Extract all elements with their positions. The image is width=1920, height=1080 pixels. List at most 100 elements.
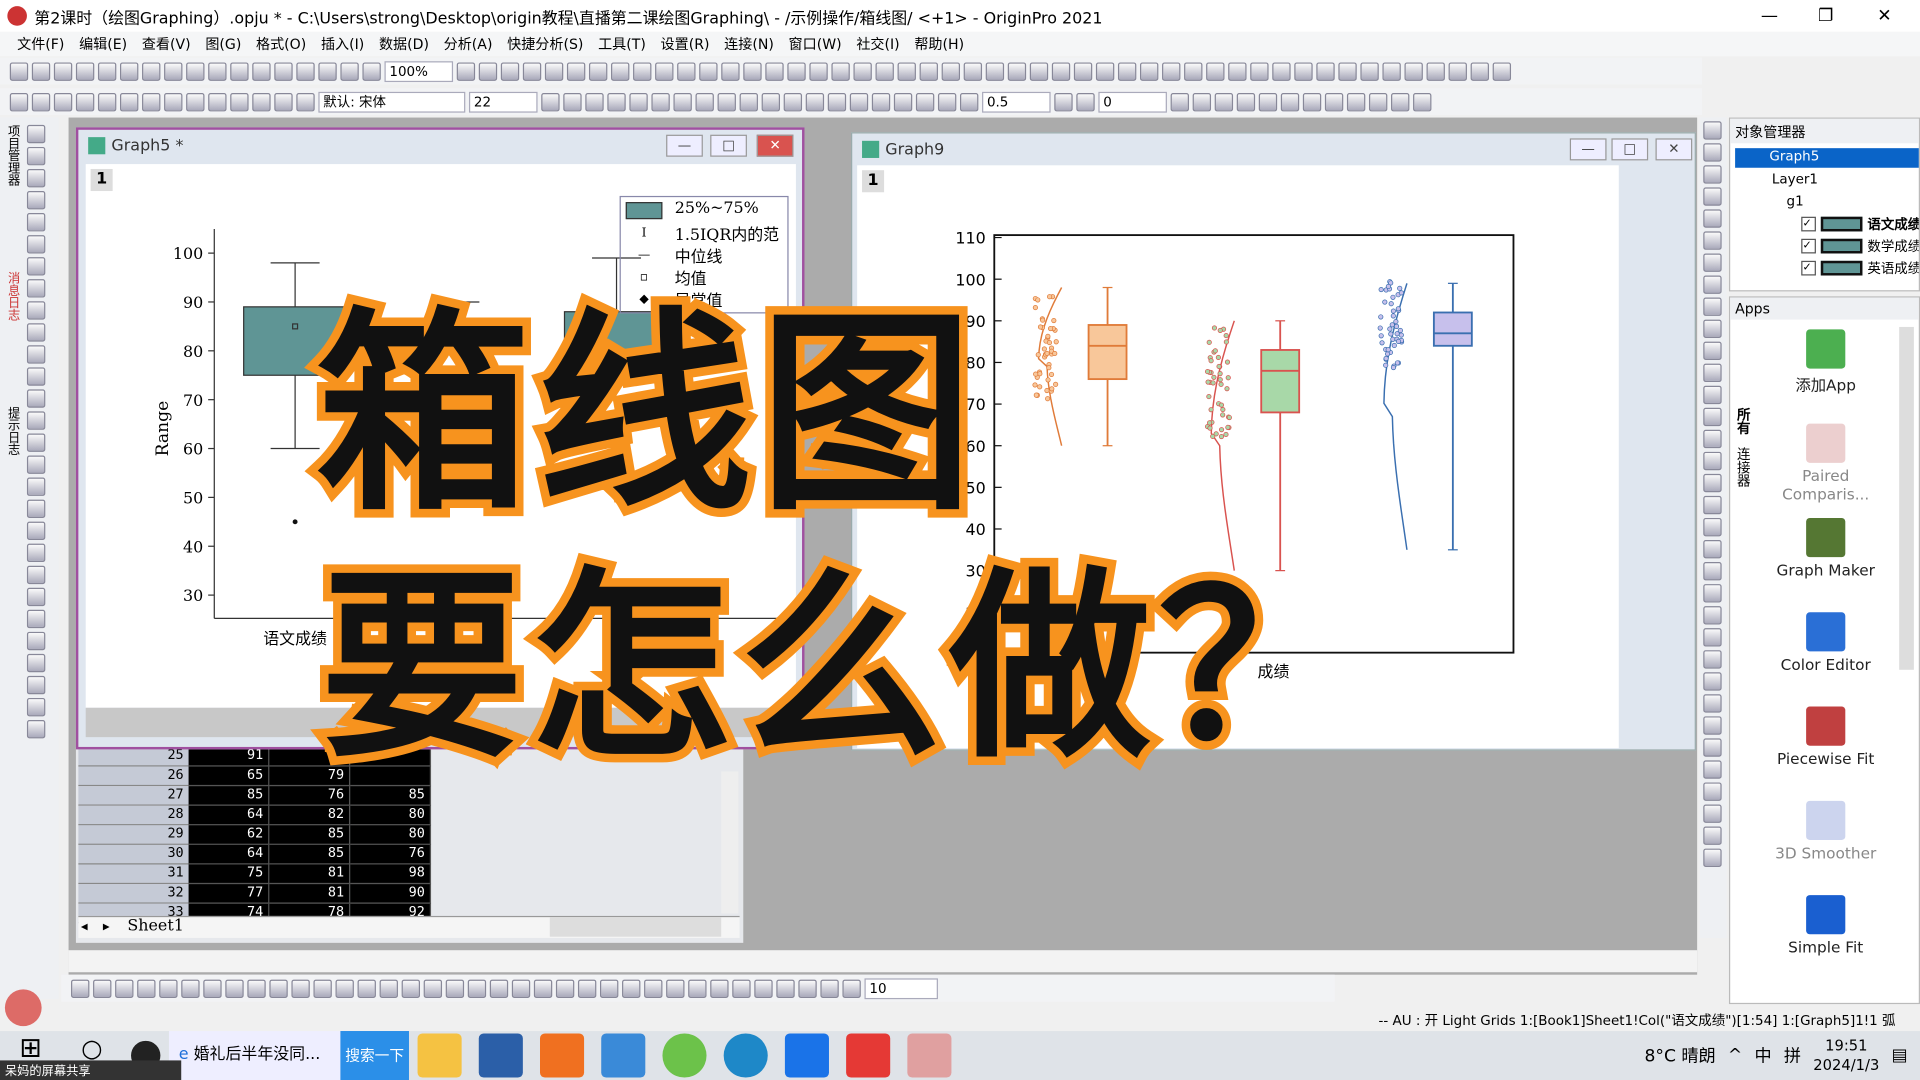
toolbar-button[interactable]: [555, 978, 575, 998]
object-tool-button[interactable]: [1703, 275, 1722, 294]
row-header[interactable]: 32: [78, 884, 189, 904]
object-tool-button[interactable]: [1703, 429, 1722, 449]
table-cell[interactable]: 80: [350, 825, 432, 845]
toolbar-button[interactable]: [1250, 61, 1269, 81]
object-tool-button[interactable]: [1703, 628, 1722, 647]
toolbar-button[interactable]: [75, 61, 95, 81]
toolbar-button[interactable]: [776, 978, 795, 998]
toolbar-button[interactable]: [673, 92, 692, 111]
vertical-scrollbar[interactable]: [721, 771, 739, 914]
toolbar-button[interactable]: [357, 978, 376, 998]
tray-chevron-icon[interactable]: ^: [1728, 1046, 1742, 1066]
toolbar-button[interactable]: [31, 61, 51, 81]
toolbar-button[interactable]: [186, 92, 205, 111]
tool-button[interactable]: [26, 433, 46, 452]
menu-item[interactable]: 编辑(E): [79, 34, 127, 54]
table-cell[interactable]: 62: [188, 825, 270, 845]
toolbar-button[interactable]: [611, 61, 630, 81]
toolbar-button[interactable]: [1236, 92, 1256, 111]
tree-plot-item[interactable]: 数学成绩: [1867, 236, 1918, 256]
tool-button[interactable]: [26, 146, 46, 166]
toolbar-button[interactable]: [937, 92, 957, 111]
tool-button[interactable]: [26, 631, 46, 651]
tool-button[interactable]: [26, 168, 46, 188]
toolbar-button[interactable]: [897, 61, 916, 81]
tool-button[interactable]: [26, 499, 46, 518]
row-header[interactable]: 30: [78, 844, 189, 865]
menu-item[interactable]: 窗口(W): [789, 34, 842, 54]
toolbar-button[interactable]: [761, 92, 781, 111]
toolbar-button[interactable]: [1029, 61, 1049, 81]
app-item[interactable]: Graph Maker: [1767, 517, 1885, 579]
row-header[interactable]: 27: [78, 786, 189, 806]
toolbar-button[interactable]: [710, 978, 729, 998]
toolbar-button[interactable]: [456, 61, 476, 81]
toolbar-button[interactable]: [1448, 61, 1467, 81]
visibility-checkbox[interactable]: ✓: [1801, 260, 1816, 276]
ie-icon[interactable]: [662, 1033, 707, 1078]
tool-button[interactable]: [26, 455, 46, 474]
row-header[interactable]: 28: [78, 805, 189, 826]
ime-mode[interactable]: 拼: [1784, 1043, 1801, 1067]
object-tool-button[interactable]: [1703, 650, 1722, 669]
object-tool-button[interactable]: [1703, 165, 1722, 184]
mail-icon[interactable]: [601, 1033, 646, 1078]
menu-item[interactable]: 分析(A): [444, 34, 493, 54]
toolbar-button[interactable]: [252, 61, 271, 81]
object-tool-button[interactable]: [1703, 209, 1722, 228]
object-tool-button[interactable]: [1703, 319, 1722, 338]
toolbar-button[interactable]: [541, 92, 560, 111]
toolbar-button[interactable]: [467, 978, 487, 998]
legend-item[interactable]: — 中位线: [621, 244, 788, 266]
toolbar-button[interactable]: [577, 978, 597, 998]
weather[interactable]: 8°C 晴朗: [1644, 1043, 1715, 1067]
toolbar-button[interactable]: [651, 92, 670, 111]
object-tool-button[interactable]: [1703, 540, 1722, 559]
table-cell[interactable]: 81: [269, 884, 351, 904]
tree-plot-item[interactable]: 英语成绩: [1867, 258, 1918, 278]
object-tool-button[interactable]: [1703, 363, 1722, 383]
toolbar-button[interactable]: [75, 92, 95, 111]
wps-icon[interactable]: [846, 1033, 891, 1078]
toolbar-button[interactable]: [1368, 92, 1388, 111]
object-tool-button[interactable]: [1703, 187, 1722, 206]
toolbar-button[interactable]: [1360, 61, 1379, 81]
toolbar-button[interactable]: [1470, 61, 1489, 81]
toolbar-button[interactable]: [1338, 61, 1357, 81]
toolbar-button[interactable]: [1302, 92, 1322, 111]
toolbar-button[interactable]: [31, 92, 51, 111]
tool-button[interactable]: [26, 257, 46, 276]
font-select[interactable]: 默认: 宋体: [318, 91, 466, 113]
object-tool-button[interactable]: [1703, 231, 1722, 250]
toolbar-button[interactable]: [489, 978, 509, 998]
message-log-tab[interactable]: 消息日志: [4, 272, 19, 321]
toolbar-button[interactable]: [533, 978, 553, 998]
toolbar-button[interactable]: [1294, 61, 1313, 81]
apps-scrollbar[interactable]: [1899, 326, 1914, 670]
table-cell[interactable]: 85: [269, 825, 351, 845]
toolbar-button[interactable]: [633, 61, 652, 81]
tool-button[interactable]: [26, 697, 46, 717]
toolbar-button[interactable]: [1095, 61, 1115, 81]
close-button[interactable]: ✕: [1856, 0, 1912, 32]
toolbar-button[interactable]: [1051, 61, 1071, 81]
toolbar-button[interactable]: [1413, 92, 1432, 111]
toolbar-button[interactable]: [1214, 92, 1234, 111]
app-item[interactable]: Piecewise Fit: [1767, 706, 1885, 768]
toolbar-button[interactable]: [1076, 92, 1095, 111]
object-tool-button[interactable]: [1703, 297, 1722, 316]
toolbar-button[interactable]: [622, 978, 641, 998]
tool-button[interactable]: [26, 323, 46, 342]
table-cell[interactable]: 65: [188, 766, 270, 787]
toolbar-button[interactable]: [721, 61, 740, 81]
toolbar-button[interactable]: [831, 61, 850, 81]
table-cell[interactable]: 85: [269, 844, 351, 865]
edge-icon[interactable]: [723, 1033, 768, 1078]
tool-button[interactable]: [26, 675, 46, 695]
toolbar-button[interactable]: [500, 61, 520, 81]
object-tool-button[interactable]: [1703, 385, 1722, 405]
object-tool-button[interactable]: [1703, 760, 1722, 779]
toolbar-button[interactable]: [97, 61, 117, 81]
tree-graph5[interactable]: Graph5: [1735, 148, 1919, 168]
row-header[interactable]: 26: [78, 766, 189, 787]
